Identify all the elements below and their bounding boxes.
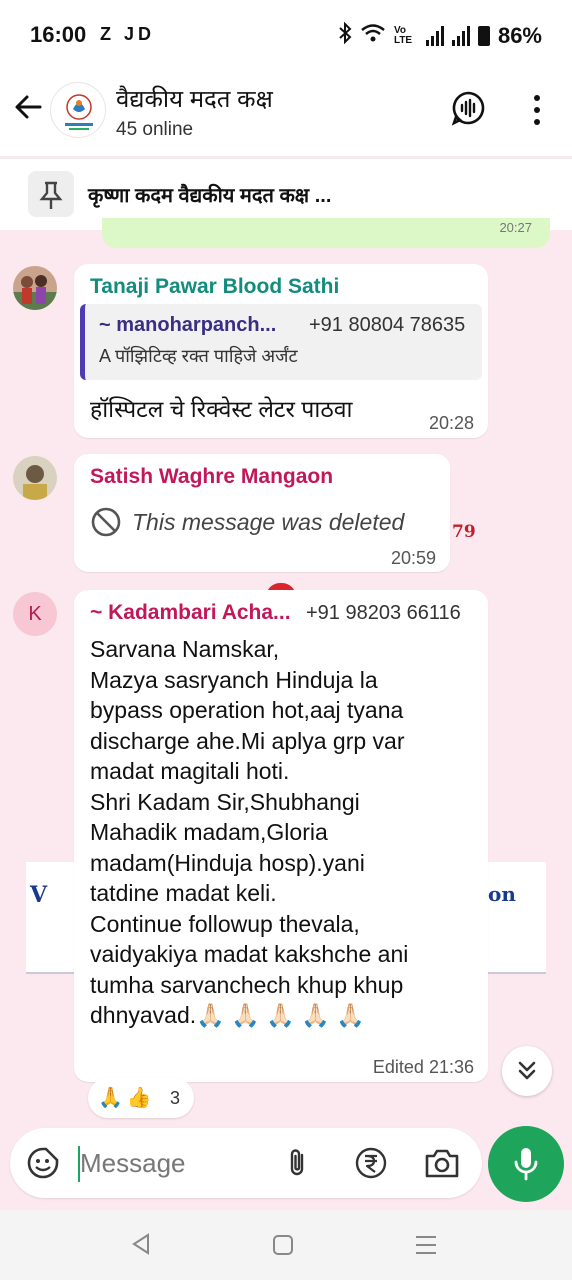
message-text: हॉस्पिटल चे रिक्वेस्ट लेटर पाठवा xyxy=(90,396,353,422)
status-notification-icons: Z JD xyxy=(100,24,156,44)
background-badge: 79 xyxy=(452,522,476,542)
message-input[interactable] xyxy=(80,1142,270,1184)
back-arrow-icon[interactable] xyxy=(12,90,46,124)
message-line: Continue followup thevala, xyxy=(90,910,360,937)
message-text: Sarvana Namskar, Mazya sasryanch Hinduja … xyxy=(90,634,480,1031)
nav-home-icon[interactable] xyxy=(272,1234,294,1256)
sender-avatar[interactable]: K xyxy=(13,592,57,636)
sender-name[interactable]: ~ Kadambari Acha... xyxy=(90,601,291,625)
message-line: tatdine madat keli. xyxy=(90,880,277,906)
message-line: Sarvana Namskar, xyxy=(90,636,280,662)
sender-name[interactable]: Tanaji Pawar Blood Sathi xyxy=(90,275,339,299)
group-avatar[interactable] xyxy=(50,82,106,138)
message-line: vaidyakiya madat kakshche ani xyxy=(90,941,409,967)
system-navigation-bar xyxy=(0,1210,572,1280)
voice-record-button[interactable] xyxy=(488,1126,564,1202)
pin-icon xyxy=(28,171,74,217)
quoted-message[interactable]: ~ manoharpanch... +91 80804 78635 A पॉझि… xyxy=(80,304,482,380)
attach-icon[interactable] xyxy=(280,1146,314,1180)
payment-rupee-icon[interactable] xyxy=(354,1146,388,1180)
deleted-message-text: This message was deleted xyxy=(132,509,405,535)
message-line: Mahadik madam,Gloria xyxy=(90,819,328,845)
reaction-emojis: 🙏👍 xyxy=(98,1087,156,1109)
volte-icon: Vo LTE xyxy=(393,25,413,46)
status-time: 16:00 xyxy=(30,22,87,47)
message-bubble[interactable]: Tanaji Pawar Blood Sathi ~ manoharpanch.… xyxy=(74,264,488,438)
avatar-letter: K xyxy=(28,603,42,625)
message-time: Edited 21:36 xyxy=(372,1057,474,1077)
message-line: madam(Hinduja hosp).yani xyxy=(90,849,365,876)
message-composer xyxy=(10,1128,482,1198)
background-mark-right: on xyxy=(488,882,516,906)
signal-icon xyxy=(425,26,444,46)
group-title[interactable]: वैद्यकीय मदत कक्ष xyxy=(116,82,273,115)
message-line: tumha sarvanchech khup khup xyxy=(90,971,404,998)
chevron-double-down-icon xyxy=(518,1061,536,1080)
scroll-to-bottom-button[interactable] xyxy=(502,1046,552,1096)
battery-icon xyxy=(477,26,490,46)
message-line: madat magitali hoti. xyxy=(90,758,290,784)
more-options-icon[interactable] xyxy=(530,94,544,126)
message-line: Shri Kadam Sir,Shubhangi xyxy=(90,788,360,815)
sender-avatar[interactable] xyxy=(13,456,57,500)
message-bubble[interactable]: Satish Waghre Mangaon This message was d… xyxy=(74,454,450,572)
wifi-icon xyxy=(360,23,386,49)
message-line: bypass operation hot,aaj tyana xyxy=(90,697,404,723)
reaction-count: 3 xyxy=(170,1088,181,1108)
sticker-emoji-icon[interactable] xyxy=(26,1146,60,1180)
sender-phone: +91 98203 66116 xyxy=(306,602,461,624)
status-right-icons: Vo LTE 86% xyxy=(338,21,542,50)
bluetooth-icon xyxy=(338,21,352,50)
reactions-pill[interactable]: 🙏👍 3 xyxy=(88,1078,194,1118)
message-time: 20:28 xyxy=(428,413,474,433)
quoted-sender: ~ manoharpanch... xyxy=(99,314,277,336)
message-line: dhnyavad.🙏🏻 🙏🏻 🙏🏻 🙏🏻 🙏🏻 xyxy=(90,1002,365,1028)
camera-icon[interactable] xyxy=(424,1146,460,1180)
voice-chat-icon[interactable] xyxy=(450,90,486,126)
previous-outgoing-bubble[interactable]: 20:27 xyxy=(102,218,550,248)
quoted-phone: +91 80804 78635 xyxy=(309,314,466,336)
battery-level: 86% xyxy=(497,23,542,48)
quoted-text: A पॉझिटिव्ह रक्त पाहिजे अर्जंट xyxy=(99,346,298,366)
pinned-message-text: कृष्णा कदम वैद्यकीय मदत कक्ष ... xyxy=(88,185,332,207)
message-time: 20:59 xyxy=(390,548,436,568)
chat-header: वैद्यकीय मदत कक्ष 45 online xyxy=(0,70,572,156)
signal-icon-2 xyxy=(451,26,470,46)
online-count: 45 online xyxy=(116,119,194,140)
nav-recents-icon[interactable] xyxy=(414,1234,438,1256)
message-line: Mazya sasryanch Hinduja la xyxy=(90,666,378,693)
background-mark-left: V xyxy=(30,882,48,908)
nav-back-icon[interactable] xyxy=(130,1232,152,1256)
status-bar: 16:00 Z JD Vo LTE 86% xyxy=(0,0,572,70)
message-bubble[interactable]: ~ Kadambari Acha... +91 98203 66116 Sarv… xyxy=(74,590,488,1082)
deleted-message-icon xyxy=(91,507,121,537)
message-time: 20:27 xyxy=(499,220,532,235)
message-line: discharge ahe.Mi aplya grp var xyxy=(90,727,405,754)
microphone-icon xyxy=(514,1148,538,1181)
sender-name[interactable]: Satish Waghre Mangaon xyxy=(90,465,333,489)
sender-avatar[interactable] xyxy=(13,266,57,310)
